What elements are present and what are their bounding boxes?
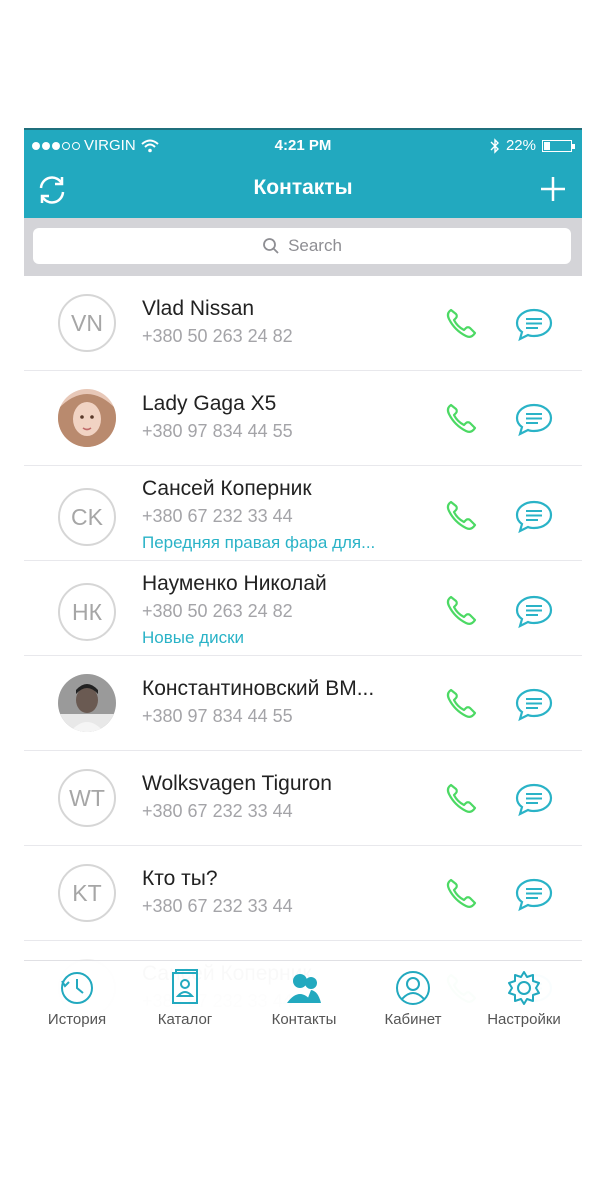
- search-input[interactable]: Search: [33, 228, 571, 264]
- status-bar: VIRGIN 4:21 PM 22%: [24, 130, 582, 160]
- call-icon[interactable]: [442, 399, 480, 437]
- avatar: CK: [58, 488, 116, 546]
- avatar-initials: WT: [69, 784, 105, 811]
- tab-label: История: [47, 1011, 107, 1028]
- tab-label: Каталог: [157, 1011, 213, 1028]
- search-placeholder: Search: [288, 236, 342, 255]
- message-icon[interactable]: [514, 593, 554, 629]
- contact-row[interactable]: WT Wolksvagen Tiguron +380 67 232 33 44: [24, 751, 582, 846]
- call-icon[interactable]: [442, 304, 480, 342]
- contact-row[interactable]: НК Науменко Николай +380 50 263 24 82 Новые…: [24, 561, 582, 656]
- contact-note: Новые диски: [142, 628, 245, 647]
- bluetooth-icon: [490, 137, 499, 154]
- message-icon[interactable]: [514, 686, 554, 722]
- contact-name: Науменко Николай: [142, 572, 327, 595]
- avatar-initials: VN: [71, 309, 103, 336]
- avatar: НК: [58, 583, 116, 641]
- tab-contacts[interactable]: Контакты: [254, 969, 354, 1028]
- message-icon[interactable]: [514, 401, 554, 437]
- contact-row[interactable]: VN Vlad Nissan +380 50 263 24 82: [24, 276, 582, 371]
- phone-screen: VIRGIN 4:21 PM 22% Контакты Search VN Vl…: [24, 128, 582, 1038]
- call-icon[interactable]: [442, 591, 480, 629]
- contact-name: Константиновский ВМ...: [142, 677, 375, 700]
- contacts-icon: [284, 969, 324, 1007]
- contact-name: Wolksvagen Tiguron: [142, 772, 332, 795]
- contact-name: Lady Gaga X5: [142, 392, 277, 415]
- avatar: WT: [58, 769, 116, 827]
- message-icon[interactable]: [514, 498, 554, 534]
- avatar-initials: KT: [72, 879, 102, 906]
- tab-label: Контакты: [271, 1011, 337, 1028]
- tab-catalog[interactable]: Каталог: [135, 969, 235, 1028]
- call-icon[interactable]: [442, 496, 480, 534]
- gear-icon: [504, 969, 544, 1007]
- status-right: 22%: [490, 137, 575, 154]
- avatar: KT: [58, 864, 116, 922]
- avatar: [58, 674, 116, 732]
- avatar: VN: [58, 294, 116, 352]
- nav-bar: Контакты: [24, 160, 582, 218]
- tab-label: Кабинет: [384, 1011, 442, 1028]
- contact-phone: +380 67 232 33 44: [142, 801, 293, 821]
- plus-icon[interactable]: [538, 174, 568, 204]
- contact-phone: +380 67 232 33 44: [142, 506, 293, 526]
- message-icon[interactable]: [514, 306, 554, 342]
- call-icon[interactable]: [442, 684, 480, 722]
- tab-label: Настройки: [487, 1011, 561, 1028]
- contact-phone: +380 97 834 44 55: [142, 706, 293, 726]
- clock-icon: [57, 969, 97, 1007]
- avatar-initials: НК: [71, 598, 102, 625]
- profile-icon: [393, 969, 433, 1007]
- contact-row[interactable]: Lady Gaga X5 +380 97 834 44 55: [24, 371, 582, 466]
- battery-icon: [542, 139, 575, 152]
- page-title: Контакты: [253, 176, 353, 199]
- contact-row[interactable]: Константиновский ВМ... +380 97 834 44 55: [24, 656, 582, 751]
- contact-phone: +380 50 263 24 82: [142, 326, 293, 346]
- avatar-initials: CK: [71, 503, 103, 530]
- message-icon[interactable]: [514, 876, 554, 912]
- contact-phone: +380 67 232 33 44: [142, 896, 293, 916]
- contact-phone: +380 50 263 24 82: [142, 601, 293, 621]
- contact-name: Кто ты?: [142, 867, 218, 890]
- call-icon[interactable]: [442, 779, 480, 817]
- header: VIRGIN 4:21 PM 22% Контакты: [24, 128, 582, 218]
- tab-clock[interactable]: История: [27, 969, 127, 1028]
- tab-gear[interactable]: Настройки: [474, 969, 574, 1028]
- search-icon: [263, 238, 279, 254]
- contact-name: Сансей Коперник: [142, 477, 312, 500]
- search-bar: Search: [24, 218, 582, 276]
- tab-bar: История Каталог Контакты Кабинет Настройки: [24, 960, 582, 1038]
- contact-row[interactable]: CK Сансей Коперник +380 67 232 33 44 Передн…: [24, 466, 582, 561]
- message-icon[interactable]: [514, 781, 554, 817]
- catalog-icon: [165, 969, 205, 1007]
- tab-profile[interactable]: Кабинет: [363, 969, 463, 1028]
- contact-phone: +380 97 834 44 55: [142, 421, 293, 441]
- battery-percent: 22%: [505, 137, 536, 154]
- contact-note: Передняя правая фара для...: [142, 533, 376, 552]
- contact-name: Vlad Nissan: [142, 297, 255, 320]
- avatar: [58, 389, 116, 447]
- contact-row[interactable]: KT Кто ты? +380 67 232 33 44: [24, 846, 582, 941]
- call-icon[interactable]: [442, 874, 480, 912]
